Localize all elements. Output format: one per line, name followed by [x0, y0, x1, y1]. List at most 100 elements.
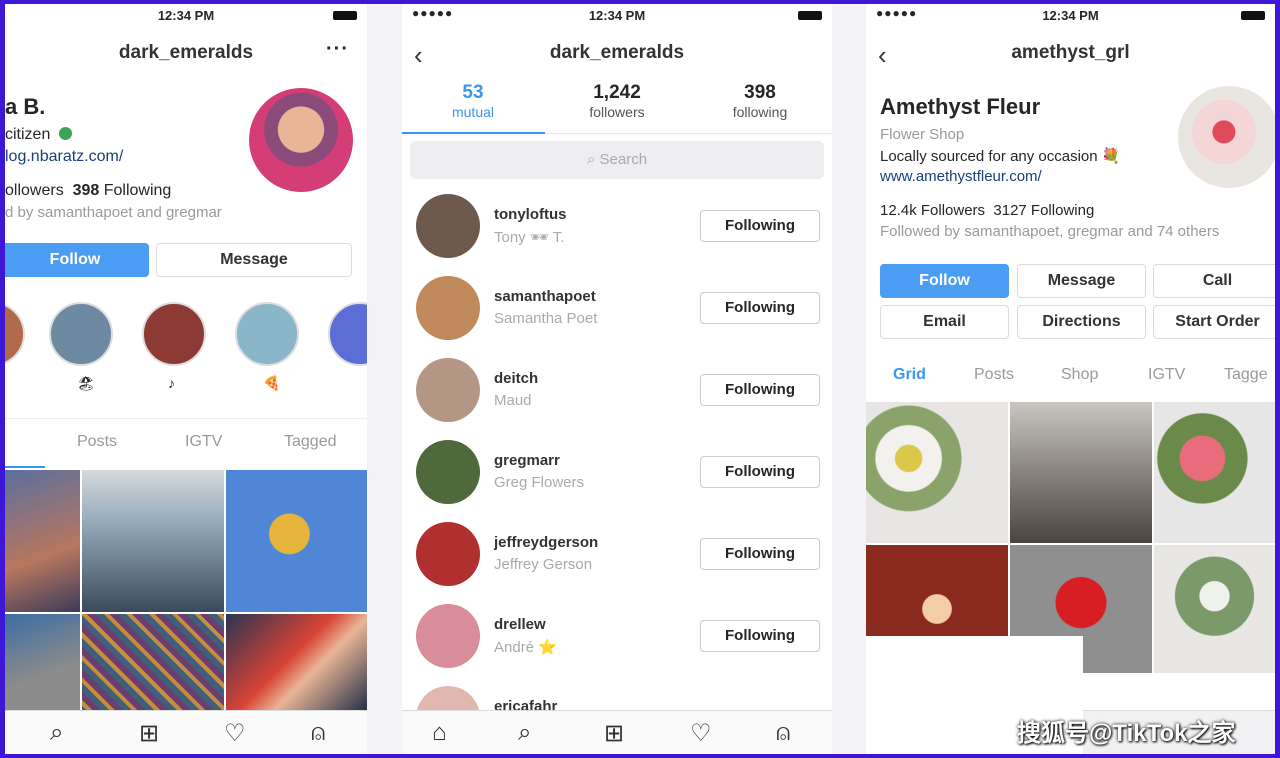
following-button[interactable]: Following	[700, 210, 820, 242]
active-tab-indicator	[402, 132, 545, 134]
email-button[interactable]: Email	[880, 305, 1009, 339]
profile-icon[interactable]: ⍝	[776, 719, 790, 747]
list-item-handle[interactable]: gregmarr	[494, 452, 560, 469]
list-item[interactable]: drellew André ⭐ Following	[402, 602, 832, 674]
grid-post[interactable]	[5, 470, 80, 612]
list-item[interactable]: gregmarr Greg Flowers Following	[402, 438, 832, 510]
followers-label[interactable]: followers	[557, 104, 677, 120]
avatar[interactable]	[416, 276, 480, 340]
story-highlight[interactable]	[328, 302, 367, 366]
following-label[interactable]: Following	[104, 182, 172, 199]
followers-count[interactable]: 12.4k Followers	[880, 202, 985, 219]
search-icon[interactable]: ⌕	[518, 719, 531, 747]
tab-posts[interactable]: Posts	[77, 433, 117, 451]
profile-link[interactable]: log.nbaratz.com/	[5, 148, 123, 166]
search-icon[interactable]: ⌕	[50, 719, 63, 747]
tab-tagged[interactable]: Tagged	[284, 433, 337, 451]
following-count[interactable]: 3127 Following	[993, 202, 1094, 219]
profile-tabs: Posts IGTV Tagged	[5, 418, 367, 468]
search-input[interactable]: ⌕ Search	[410, 141, 824, 179]
business-link[interactable]: www.amethystfleur.com/	[880, 168, 1042, 185]
heart-icon[interactable]: ♡	[690, 719, 712, 748]
battery-icon	[333, 11, 357, 20]
grid-post[interactable]	[82, 614, 224, 714]
search-icon: ⌕	[586, 151, 596, 168]
story-highlight[interactable]	[49, 302, 113, 366]
highlight-emoji-icon: 🏖	[77, 375, 95, 391]
following-button[interactable]: Following	[700, 292, 820, 324]
avatar[interactable]	[416, 194, 480, 258]
list-item[interactable]: jeffreydgerson Jeffrey Gerson Following	[402, 520, 832, 592]
grid-post[interactable]	[1010, 402, 1152, 543]
divider	[545, 133, 832, 134]
followed-by: d by samanthapoet and gregmar	[5, 204, 222, 221]
following-count[interactable]: 398	[73, 182, 100, 199]
list-item-handle[interactable]: samanthapoet	[494, 288, 596, 305]
more-options-icon[interactable]: ···	[326, 38, 349, 61]
list-item[interactable]: deitch Maud Following	[402, 356, 832, 428]
start-order-button[interactable]: Start Order	[1153, 305, 1275, 339]
grid-post[interactable]	[226, 470, 367, 612]
call-button[interactable]: Call	[1153, 264, 1275, 298]
avatar[interactable]	[416, 522, 480, 586]
heart-icon[interactable]: ♡	[224, 719, 246, 748]
story-highlight[interactable]	[5, 302, 25, 366]
bottom-tab-bar: ⌂ ⌕ ⊞ ♡ ⍝	[402, 710, 832, 754]
list-item-handle[interactable]: jeffreydgerson	[494, 534, 598, 551]
follow-button[interactable]: Follow	[880, 264, 1009, 298]
followers-count[interactable]: ollowers	[5, 182, 64, 199]
followers-screen: ●●●●● 12:34 PM ‹ dark_emeralds 53 mutual…	[402, 4, 832, 754]
avatar[interactable]	[416, 358, 480, 422]
grid-post[interactable]	[5, 614, 80, 714]
following-label[interactable]: following	[700, 104, 820, 120]
add-post-icon[interactable]: ⊞	[604, 719, 624, 748]
profile-avatar[interactable]	[249, 88, 353, 192]
message-button[interactable]: Message	[156, 243, 352, 277]
list-item-handle[interactable]: deitch	[494, 370, 538, 387]
active-tab-indicator	[5, 466, 45, 468]
bottom-tab-bar: ⌕ ⊞ ♡ ⍝	[5, 710, 367, 754]
mutual-label[interactable]: mutual	[413, 104, 533, 120]
grid-post[interactable]	[226, 614, 367, 714]
follow-button[interactable]: Follow	[5, 243, 149, 277]
grid-post[interactable]	[82, 470, 224, 612]
tab-shop[interactable]: Shop	[1061, 366, 1098, 384]
list-item[interactable]: tonyloftus Tony 🕶 T. Following	[402, 192, 832, 264]
list-item-fullname: Samantha Poet	[494, 310, 598, 327]
business-avatar[interactable]	[1178, 86, 1275, 188]
list-item-handle[interactable]: drellew	[494, 616, 546, 633]
grid-post[interactable]	[1154, 402, 1275, 543]
story-highlight[interactable]	[142, 302, 206, 366]
profile-bio-text: citizen	[5, 126, 51, 143]
following-count[interactable]: 398	[700, 82, 820, 104]
following-button[interactable]: Following	[700, 456, 820, 488]
tab-igtv[interactable]: IGTV	[1148, 366, 1185, 384]
tab-posts[interactable]: Posts	[974, 366, 1014, 384]
list-item-handle[interactable]: tonyloftus	[494, 206, 567, 223]
grid-post[interactable]	[866, 402, 1008, 543]
tab-tagged[interactable]: Tagge	[1224, 366, 1268, 384]
status-time: 12:34 PM	[157, 8, 215, 23]
avatar[interactable]	[416, 440, 480, 504]
message-button[interactable]: Message	[1017, 264, 1146, 298]
followers-title: dark_emeralds	[549, 42, 685, 63]
profile-icon[interactable]: ⍝	[311, 719, 325, 747]
home-icon[interactable]: ⌂	[432, 719, 447, 747]
followers-count[interactable]: 1,242	[557, 82, 677, 104]
avatar[interactable]	[416, 604, 480, 668]
followed-by: Followed by samanthapoet, gregmar and 74…	[880, 223, 1220, 240]
story-highlight[interactable]	[235, 302, 299, 366]
status-bar: 12:34 PM	[5, 4, 367, 26]
tab-igtv[interactable]: IGTV	[185, 433, 222, 451]
following-button[interactable]: Following	[700, 538, 820, 570]
list-item[interactable]: samanthapoet Samantha Poet Following	[402, 274, 832, 346]
add-post-icon[interactable]: ⊞	[139, 719, 159, 748]
tab-grid[interactable]: Grid	[893, 366, 926, 384]
grid-post[interactable]	[1154, 545, 1275, 673]
following-button[interactable]: Following	[700, 620, 820, 652]
directions-button[interactable]: Directions	[1017, 305, 1146, 339]
following-button[interactable]: Following	[700, 374, 820, 406]
battery-icon	[1241, 11, 1265, 20]
search-placeholder: Search	[599, 151, 648, 168]
mutual-count[interactable]: 53	[413, 82, 533, 104]
